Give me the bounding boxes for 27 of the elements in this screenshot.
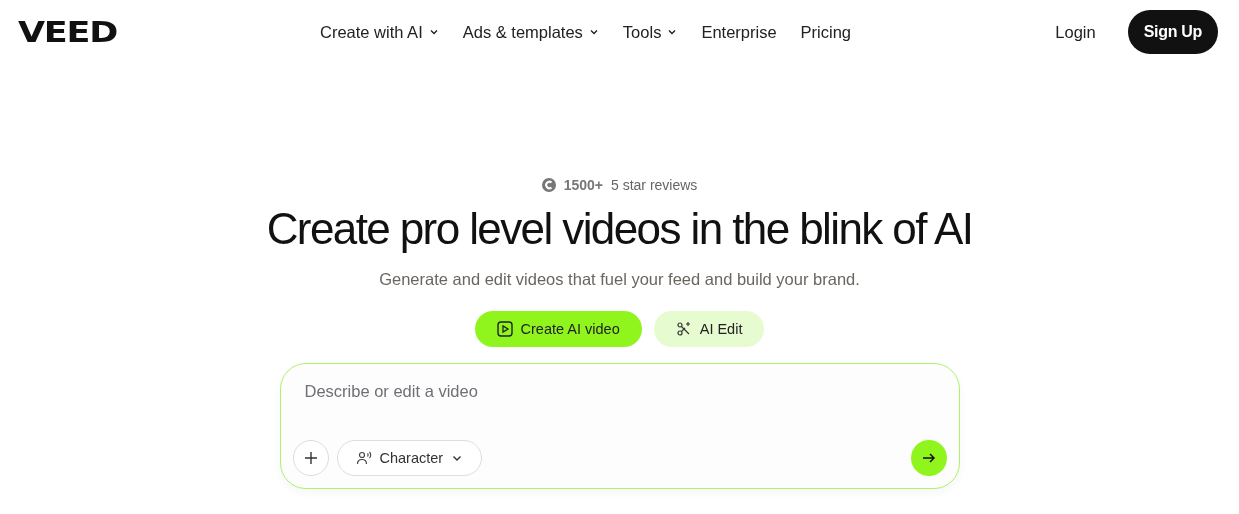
nav-link[interactable]: Tools [622,22,678,42]
mode-button[interactable]: AI Edit [653,311,765,347]
subtitle: Generate and edit videos that fuel your feed and build your brand. [379,270,860,289]
review-logo-icon [541,178,556,192]
play-icon [496,321,513,337]
nav-link[interactable]: Enterprise [701,22,777,42]
add-button[interactable] [292,440,329,476]
chevron-down-icon [667,27,678,37]
send-button[interactable] [910,440,947,476]
nav-link[interactable]: Pricing [800,22,852,42]
logo[interactable]: VEED [18,15,117,49]
chevron-down-icon [588,27,599,37]
nav-link[interactable]: Create with AI [320,22,439,42]
person-speaking-icon [355,450,372,466]
prompt-input[interactable]: Describe or edit a video [292,364,537,401]
chevron-down-icon [428,27,439,37]
prompt-box[interactable]: Describe or edit a video Character [279,363,960,489]
sparkle-scissors-icon [675,321,692,337]
review-count: 1500+ [563,177,603,193]
headline: Create pro level videos in the blink of AI [266,204,973,254]
plus-icon [303,451,318,465]
login-link[interactable]: Login [1055,22,1096,42]
sign-up-button[interactable]: Sign Up [1127,10,1218,54]
review-label: 5 star reviews [611,177,698,193]
nav-link[interactable]: Ads & templates [462,22,599,42]
mode-button[interactable]: Create AI video [474,311,642,347]
character-dropdown[interactable]: Character [336,440,483,476]
